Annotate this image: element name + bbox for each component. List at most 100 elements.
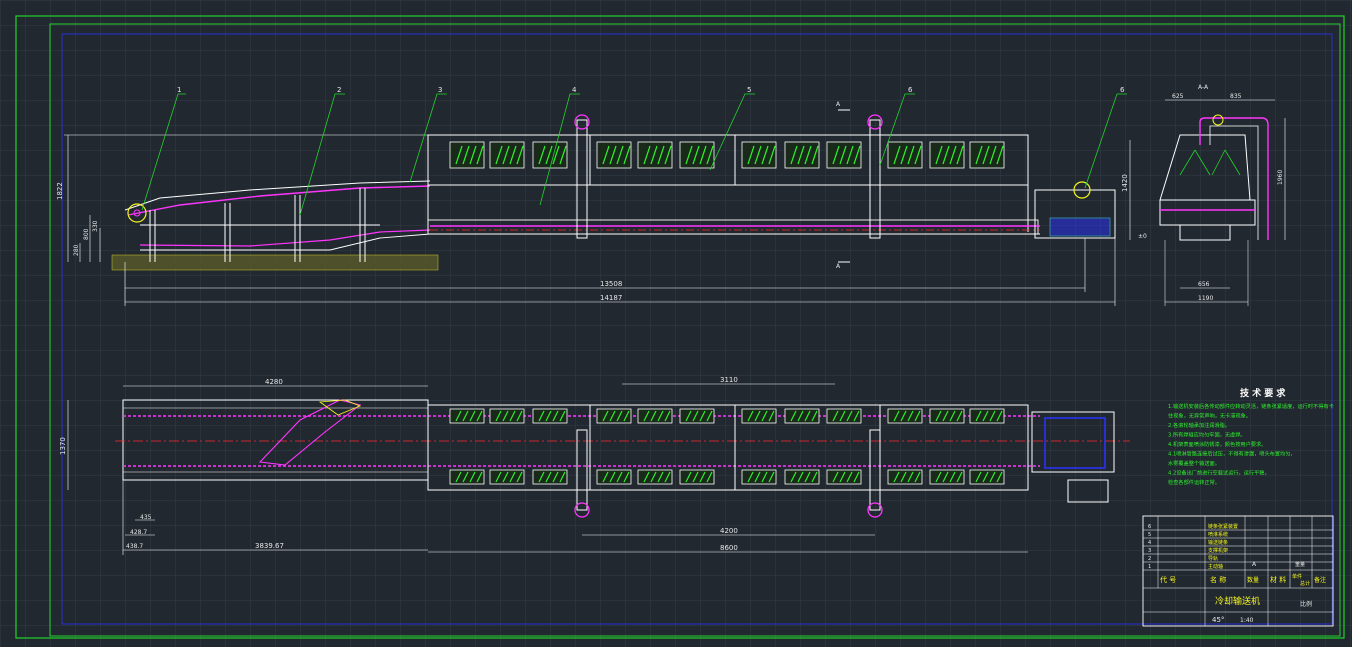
section-mark-top: A [836, 101, 841, 108]
tech-req-line: 2.各滚轮轴承加注润滑脂。 [1168, 421, 1230, 429]
dim-280: 280 [73, 244, 80, 256]
tb-weight-header: 重量 [1295, 561, 1305, 568]
part-label-2: 2 [337, 86, 341, 94]
part-label-3: 3 [438, 86, 442, 94]
tb-header-remark: 备注 [1314, 576, 1326, 584]
title-block: 6 链条张紧装置 5 喷淋系统 4 输送链条 3 支撑机架 2 导轨 1 主动轴 代 号 名 称 数量… [1142, 515, 1334, 627]
window-side [532, 141, 568, 169]
tech-req-line: 4.机架表面喷涂防锈漆，颜色按用户要求。 [1168, 440, 1266, 448]
cad-drawing: 1822 800 330 280 1420 ±0 13508 14187 1 2… [15, 15, 1345, 639]
end-view: A-A 625 835 1960 656 1190 [1159, 84, 1286, 306]
dim-428-7: 428.7 [130, 529, 147, 536]
dim-3110: 3110 [720, 376, 738, 384]
title-block-border [1142, 515, 1334, 627]
tb-row-name: 输送链条 [1208, 539, 1228, 546]
dim-435: 435 [140, 514, 152, 521]
tb-row-number: 4 [1148, 540, 1151, 546]
incline-chain-lower [139, 229, 431, 247]
support-legs [140, 188, 380, 262]
cad-drawing-canvas: 1822 800 330 280 1420 ±0 13508 14187 1 2… [0, 0, 1352, 647]
tb-header-unit: 单件 [1292, 573, 1302, 580]
tb-row-number: 1 [1148, 564, 1151, 570]
outer-frame [15, 15, 1345, 639]
tb-row-name: 链条张紧装置 [1208, 523, 1238, 530]
top-view-windows [449, 408, 1005, 485]
tech-req-line: 检查各部件运转正常。 [1168, 478, 1220, 486]
top-view-infeed [122, 399, 429, 481]
dim-length-inner: 13508 [600, 280, 622, 288]
dim-625: 625 [1172, 93, 1184, 100]
window-side [826, 141, 862, 169]
tb-header-total: 总计 [1300, 580, 1310, 587]
part-label-4: 4 [572, 86, 577, 94]
tech-req-line: 3.所有焊缝应均匀牢固，无虚焊。 [1168, 431, 1246, 439]
window-side [449, 141, 485, 169]
dim-length-total: 14187 [600, 294, 622, 302]
dim-height-left: 1822 [56, 182, 64, 200]
side-view: 1822 800 330 280 1420 ±0 13508 14187 1 2… [56, 86, 1147, 306]
tb-row-number: 6 [1148, 524, 1151, 530]
tech-req-line: 1.输送机安装后各传动部件应转动灵活，链条张紧适度，运行时不得有卡 [1168, 402, 1334, 410]
technical-requirements: 技 术 要 求 1.输送机安装后各传动部件应转动灵活，链条张紧适度，运行时不得有… [1168, 387, 1334, 486]
dim-zero: ±0 [1138, 233, 1147, 240]
dim-800: 800 [83, 228, 90, 240]
tb-scale: 1:40 [1240, 617, 1254, 624]
infeed-chute [258, 399, 362, 466]
dim-1960: 1960 [1277, 170, 1284, 185]
dim-835: 835 [1230, 93, 1242, 100]
tb-row-name: 导轨 [1208, 555, 1218, 562]
tech-req-line: 4.1喷淋管路连接后试压，不得有渗漏，喷头布置均匀， [1168, 450, 1296, 458]
tb-row-number: 5 [1148, 532, 1151, 538]
end-view-body [1159, 199, 1256, 226]
tb-row-name: 主动轴 [1208, 563, 1223, 570]
window-side [489, 141, 525, 169]
tb-row-name: 支撑机架 [1208, 547, 1228, 554]
top-view: 4280 3110 1370 435 428.7 438.7 3839.67 4… [59, 376, 1130, 555]
dim-330: 330 [92, 220, 99, 232]
tb-header-code: 代 号 [1160, 575, 1176, 584]
window-side [929, 141, 965, 169]
tb-header-qty: 数量 [1247, 576, 1259, 584]
part-label-1: 1 [177, 86, 181, 94]
dim-1190: 1190 [1198, 295, 1213, 302]
dim-438-7: 438.7 [126, 543, 143, 550]
window-side [887, 141, 923, 169]
window-side [637, 141, 673, 169]
end-view-hood [1159, 134, 1251, 201]
inner-border [49, 23, 1341, 637]
section-mark-bottom: A [836, 263, 841, 270]
dim-3839-67: 3839.67 [255, 542, 284, 550]
tb-row-number: 2 [1148, 556, 1151, 562]
part-label-5: 5 [747, 86, 751, 94]
window-side [596, 141, 632, 169]
tb-title: 冷却输送机 [1215, 595, 1260, 607]
end-view-base [1179, 224, 1231, 241]
title-block-grid [1143, 516, 1333, 626]
part-label-6b: 6 [1120, 86, 1125, 94]
tb-row-name: 喷淋系统 [1208, 531, 1228, 538]
window-side [741, 141, 777, 169]
tech-req-line: 水雾覆盖整个输送面。 [1168, 459, 1220, 467]
incline-frame-top [124, 180, 431, 211]
inner-border-blue [61, 33, 1333, 625]
tech-req-title: 技 术 要 求 [1240, 387, 1286, 399]
dim-4280: 4280 [265, 378, 283, 386]
tb-row-number: 3 [1148, 548, 1151, 554]
tb-header-name: 名 称 [1210, 575, 1226, 584]
dim-height-right: 1420 [1121, 174, 1129, 192]
main-beam [427, 219, 1039, 235]
incline-guide [140, 233, 1040, 251]
incline-chain [127, 185, 431, 216]
dim-4200: 4200 [720, 527, 738, 535]
dim-656: 656 [1198, 281, 1210, 288]
tech-req-line: 住现象，无异常声响，无卡滞现象。 [1168, 412, 1251, 420]
window-side [784, 141, 820, 169]
enclosure-windows [449, 141, 1005, 169]
tb-header-material: 材 料 [1270, 575, 1286, 584]
tech-req-line: 4.2设备出厂前进行空载试运行，运行平稳， [1168, 469, 1270, 477]
window-side [969, 141, 1005, 169]
ground-hatch [111, 254, 439, 271]
tb-ratio: 比例 [1300, 600, 1312, 608]
dim-8600: 8600 [720, 544, 738, 552]
end-view-title: A-A [1198, 84, 1209, 91]
